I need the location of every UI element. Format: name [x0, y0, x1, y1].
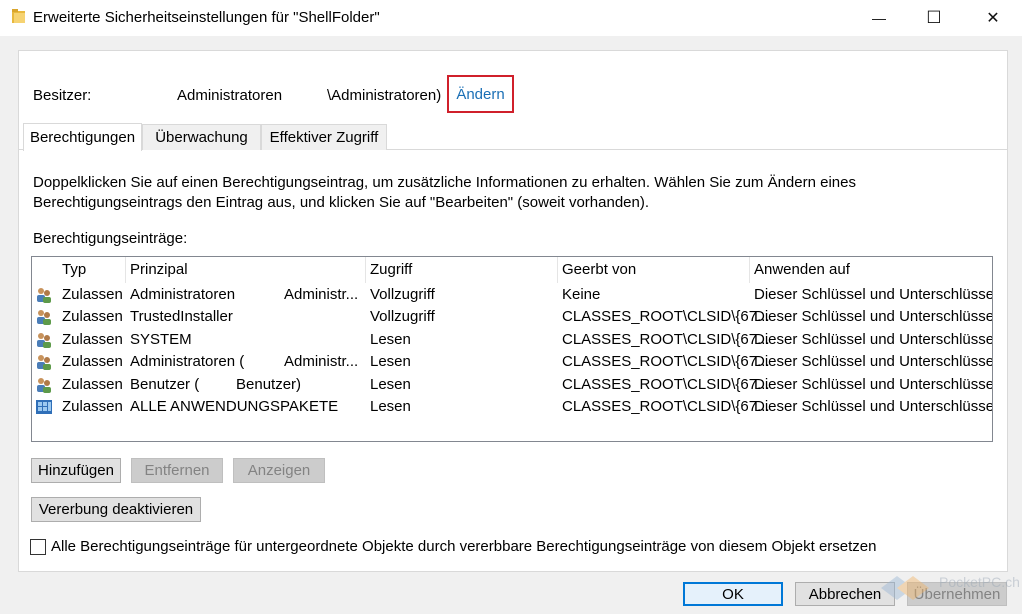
table-row[interactable]: Zulassen Administratoren ( Administr... …	[32, 351, 992, 373]
entry-principal-account: Administr...	[284, 286, 359, 303]
column-header-type[interactable]: Typ	[58, 257, 126, 283]
instructions-line-2: Berechtigungseintrags den Eintrag aus, u…	[33, 194, 650, 211]
tab-permissions[interactable]: Berechtigungen	[23, 123, 142, 151]
remove-button[interactable]: Entfernen	[131, 458, 223, 483]
entry-inherited-from: CLASSES_ROOT\CLSID\{67...	[562, 331, 770, 348]
permission-entries-list[interactable]: Typ Prinzipal Zugriff Geerbt von Anwende…	[31, 256, 993, 442]
entry-principal-account: Administr...	[284, 353, 359, 370]
entry-type: Zulassen	[62, 353, 123, 370]
users-icon	[37, 378, 51, 393]
entry-access: Lesen	[370, 331, 411, 348]
add-button[interactable]: Hinzufügen	[31, 458, 121, 483]
folder-icon	[12, 9, 25, 23]
app-packages-icon	[36, 400, 52, 414]
table-row[interactable]: Zulassen SYSTEM Lesen CLASSES_ROOT\CLSID…	[32, 329, 992, 351]
table-row[interactable]: Zulassen ALLE ANWENDUNGSPAKETE Lesen CLA…	[32, 396, 992, 418]
column-header-access[interactable]: Zugriff	[366, 257, 558, 283]
disable-inheritance-button[interactable]: Vererbung deaktivieren	[31, 497, 201, 522]
view-button[interactable]: Anzeigen	[233, 458, 325, 483]
users-icon	[37, 355, 51, 370]
entry-principal: Benutzer (	[130, 376, 200, 393]
entry-access: Vollzugriff	[370, 286, 435, 303]
maximize-icon: ☐	[926, 8, 942, 27]
entry-principal: ALLE ANWENDUNGSPAKETE	[130, 398, 339, 415]
entry-access: Vollzugriff	[370, 308, 435, 325]
entry-type: Zulassen	[62, 286, 123, 303]
entry-applies-to: Dieser Schlüssel und Unterschlüssel	[754, 398, 993, 415]
users-icon	[37, 288, 51, 303]
column-header-inherited-from[interactable]: Geerbt von	[558, 257, 750, 283]
permission-entries-label: Berechtigungseinträge:	[33, 230, 188, 247]
close-icon: ✕	[986, 10, 1000, 27]
owner-label: Besitzer:	[33, 87, 92, 104]
table-row[interactable]: Zulassen TrustedInstaller Vollzugriff CL…	[32, 306, 992, 328]
entry-type: Zulassen	[62, 398, 123, 415]
minimize-button[interactable]: —	[856, 0, 902, 36]
entry-access: Lesen	[370, 353, 411, 370]
change-owner-link[interactable]: Ändern	[447, 75, 514, 113]
owner-name: Administratoren	[177, 87, 283, 104]
entry-type: Zulassen	[62, 308, 123, 325]
entry-inherited-from: CLASSES_ROOT\CLSID\{67...	[562, 308, 770, 325]
entry-type: Zulassen	[62, 376, 123, 393]
column-header-applies-to[interactable]: Anwenden auf	[750, 257, 992, 283]
users-icon	[37, 310, 51, 325]
watermark-logo: PocketPC.ch	[875, 568, 1022, 614]
column-header-principal[interactable]: Prinzipal	[126, 257, 366, 283]
main-panel: Besitzer: Administratoren \Administrator…	[18, 50, 1008, 572]
entry-principal: TrustedInstaller	[130, 308, 233, 325]
entry-principal: Administratoren	[130, 286, 236, 303]
entry-principal: Administratoren (	[130, 353, 245, 370]
close-button[interactable]: ✕	[970, 0, 1016, 36]
entry-type: Zulassen	[62, 331, 123, 348]
entry-inherited-from: CLASSES_ROOT\CLSID\{67...	[562, 376, 770, 393]
window-title: Erweiterte Sicherheitseinstellungen für …	[33, 9, 380, 26]
entry-applies-to: Dieser Schlüssel und Unterschlüssel	[754, 353, 993, 370]
entry-inherited-from: CLASSES_ROOT\CLSID\{67...	[562, 353, 770, 370]
entry-principal-account: Benutzer)	[236, 376, 302, 393]
watermark-text: PocketPC.ch	[939, 574, 1020, 590]
replace-child-permissions-label[interactable]: Alle Berechtigungseinträge für untergeor…	[51, 538, 877, 555]
entry-principal: SYSTEM	[130, 331, 192, 348]
ok-button[interactable]: OK	[683, 582, 783, 606]
title-bar: Erweiterte Sicherheitseinstellungen für …	[0, 0, 1022, 36]
table-row[interactable]: Zulassen Administratoren Administr... Vo…	[32, 284, 992, 306]
users-icon	[37, 333, 51, 348]
replace-child-permissions-checkbox[interactable]	[30, 539, 46, 555]
entry-applies-to: Dieser Schlüssel und Unterschlüssel	[754, 286, 993, 303]
entry-applies-to: Dieser Schlüssel und Unterschlüssel	[754, 376, 993, 393]
tab-auditing[interactable]: Überwachung	[142, 124, 261, 150]
owner-account: \Administratoren)	[327, 87, 442, 104]
entry-access: Lesen	[370, 398, 411, 415]
entry-applies-to: Dieser Schlüssel und Unterschlüssel	[754, 308, 993, 325]
tab-effective-access[interactable]: Effektiver Zugriff	[261, 124, 387, 150]
entry-applies-to: Dieser Schlüssel und Unterschlüssel	[754, 331, 993, 348]
entry-inherited-from: Keine	[562, 286, 601, 303]
maximize-button[interactable]: ☐	[911, 0, 957, 36]
instructions-line-1: Doppelklicken Sie auf einen Berechtigung…	[33, 174, 856, 191]
entry-access: Lesen	[370, 376, 411, 393]
table-row[interactable]: Zulassen Benutzer ( Benutzer) Lesen CLAS…	[32, 374, 992, 396]
minimize-icon: —	[872, 10, 886, 26]
entry-inherited-from: CLASSES_ROOT\CLSID\{67...	[562, 398, 770, 415]
